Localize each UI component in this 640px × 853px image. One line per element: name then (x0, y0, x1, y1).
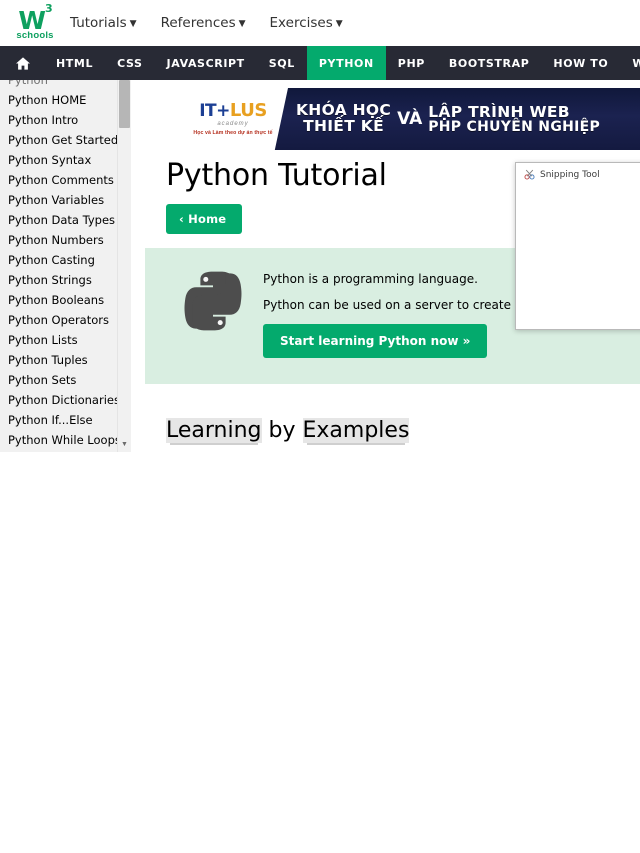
snipping-tool-titlebar: Snipping Tool (516, 163, 640, 180)
sidebar-item-python-get-started[interactable]: Python Get Started (0, 130, 131, 150)
ad-headline-block: KHÓA HỌC THIẾT KẾ VÀ LẬP TRÌNH WEB PHP C… (290, 88, 640, 150)
chevron-down-icon: ▼ (238, 19, 246, 29)
snipping-tool-canvas[interactable] (516, 189, 640, 329)
ad-headline-col-2: LẬP TRÌNH WEB PHP CHUYÊN NGHIỆP (428, 102, 601, 135)
section-heading-learning-by-examples: Learning by Examples (166, 418, 410, 443)
sidebar-item-python-variables[interactable]: Python Variables (0, 190, 131, 210)
sidebar-item-python-sets[interactable]: Python Sets (0, 370, 131, 390)
chevron-down-icon: ▼ (129, 19, 137, 29)
ad-brand-lus: LUS (229, 100, 267, 121)
ad-brand-block: IT+LUS academy Học và Làm theo dự án thự… (178, 88, 288, 150)
sidebar-item-python-data-types[interactable]: Python Data Types (0, 210, 131, 230)
start-learning-button[interactable]: Start learning Python now » (263, 324, 488, 358)
sidebar-item-python-comments[interactable]: Python Comments (0, 170, 131, 190)
ad-line-3: LẬP TRÌNH WEB (428, 102, 570, 121)
topic-tab-html[interactable]: HTML (44, 46, 105, 80)
section-heading-word-examples: Examples (302, 418, 410, 443)
sidebar-item-python-casting[interactable]: Python Casting (0, 250, 131, 270)
ad-brand-plus: + (216, 101, 230, 121)
topic-tab-w3css[interactable]: W3.CSS (620, 46, 640, 80)
ad-tagline: Học và Làm theo dự án thực tế (193, 130, 273, 136)
blank-area-below-fold (0, 452, 640, 853)
ad-brand-it: IT (199, 101, 217, 121)
sidebar-item-python-intro[interactable]: Python Intro (0, 110, 131, 130)
page-root: W3 schools Tutorials ▼ References ▼ Exerci… (0, 0, 640, 853)
topic-tab-javascript[interactable]: JAVASCRIPT (155, 46, 257, 80)
sidebar-item-python-if-else[interactable]: Python If...Else (0, 410, 131, 430)
topic-tab-howto[interactable]: HOW TO (541, 46, 620, 80)
ad-brand-logo: IT+LUS (199, 102, 267, 120)
snipping-tool-icon (524, 169, 535, 180)
page-title: Python Tutorial (166, 158, 387, 193)
home-icon[interactable] (0, 46, 44, 80)
chevron-down-icon: ▼ (335, 19, 343, 29)
sidebar-scrollbar[interactable]: ▼ (117, 80, 131, 452)
ad-line-2: THIẾT KẾ (303, 117, 384, 135)
sidebar-scrollbar-thumb[interactable] (119, 80, 130, 128)
snipping-tool-title-text: Snipping Tool (540, 169, 600, 180)
nav-exercises[interactable]: Exercises ▼ (270, 15, 343, 31)
topic-tab-php[interactable]: PHP (386, 46, 437, 80)
nav-tutorials[interactable]: Tutorials ▼ (70, 15, 137, 31)
topic-tab-bootstrap[interactable]: BOOTSTRAP (437, 46, 541, 80)
sidebar-item-python-syntax[interactable]: Python Syntax (0, 150, 131, 170)
topic-tab-css[interactable]: CSS (105, 46, 154, 80)
sidebar-item-python-dictionaries[interactable]: Python Dictionaries (0, 390, 131, 410)
home-button[interactable]: ‹ Home (166, 204, 243, 234)
primary-nav: Tutorials ▼ References ▼ Exercises ▼ (70, 0, 367, 46)
topic-nav: HTML CSS JAVASCRIPT SQL PYTHON PHP BOOTS… (0, 46, 640, 80)
ad-headline-col-1: KHÓA HỌC THIẾT KẾ (296, 102, 391, 135)
sidebar-item-python-operators[interactable]: Python Operators (0, 310, 131, 330)
sidebar-item-python-booleans[interactable]: Python Booleans (0, 290, 131, 310)
nav-references[interactable]: References ▼ (161, 15, 246, 31)
topic-tab-python[interactable]: PYTHON (306, 46, 386, 80)
topic-tab-sql[interactable]: SQL (257, 46, 307, 80)
sidebar-item-python-while-loops[interactable]: Python While Loops (0, 430, 131, 450)
sidebar-item-python-numbers[interactable]: Python Numbers (0, 230, 131, 250)
sidebar-item-python-lists[interactable]: Python Lists (0, 330, 131, 350)
sidebar-item-python-home[interactable]: Python HOME (0, 90, 131, 110)
site-header: W3 schools Tutorials ▼ References ▼ Exerci… (0, 0, 640, 46)
ad-academy-label: academy (217, 121, 249, 127)
logo-w-mark: W3 (18, 3, 52, 35)
w3schools-logo[interactable]: W3 schools (7, 3, 63, 44)
sidebar-item-python-strings[interactable]: Python Strings (0, 270, 131, 290)
section-heading-word-by: by (261, 418, 303, 443)
scroll-down-arrow-icon[interactable]: ▼ (119, 439, 130, 450)
snipping-tool-window[interactable]: Snipping Tool (515, 162, 640, 330)
sidebar: Python Python HOME Python Intro Python G… (0, 80, 131, 452)
ad-banner[interactable]: IT+LUS academy Học và Làm theo dự án thự… (178, 88, 640, 150)
logo-w-letter: W (18, 5, 46, 35)
nav-references-label: References (160, 15, 236, 31)
logo-superscript: 3 (44, 2, 53, 16)
section-heading-word-learning: Learning (166, 418, 262, 443)
ad-conjunction: VÀ (397, 109, 423, 129)
sidebar-item-python[interactable]: Python (0, 80, 131, 90)
sidebar-menu: Python Python HOME Python Intro Python G… (0, 80, 131, 452)
hero-line-1: Python is a programming language. (263, 272, 478, 286)
nav-tutorials-label: Tutorials (70, 15, 127, 31)
nav-exercises-label: Exercises (269, 15, 333, 31)
ad-line-4: PHP CHUYÊN NGHIỆP (428, 118, 601, 135)
sidebar-item-python-tuples[interactable]: Python Tuples (0, 350, 131, 370)
python-logo-icon (180, 268, 246, 334)
sidebar-gutter (131, 80, 145, 452)
